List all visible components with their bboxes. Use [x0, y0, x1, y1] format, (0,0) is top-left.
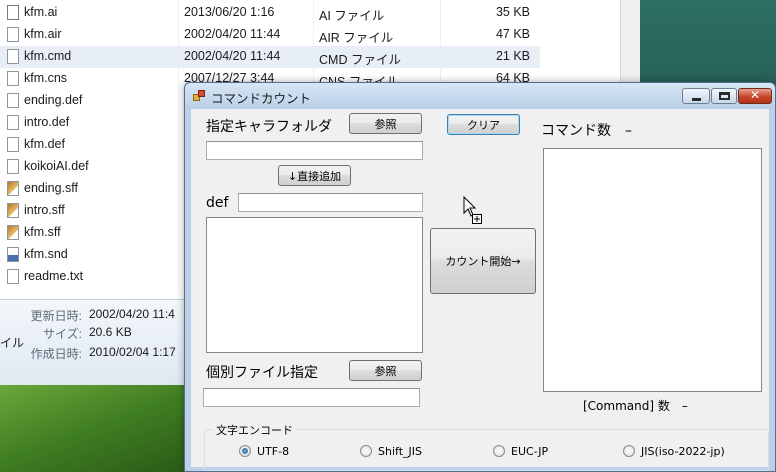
file-size: 35 KB: [495, 5, 530, 19]
def-label: def: [206, 195, 229, 211]
radio-label: Shift_JIS: [378, 444, 422, 458]
encoding-radio-euc-jp[interactable]: EUC-JP: [493, 443, 548, 459]
def-file-listbox[interactable]: [206, 217, 423, 353]
desktop-wallpaper-grass: [0, 385, 190, 472]
file-name: kfm.snd: [24, 247, 68, 261]
file-name: intro.def: [24, 115, 70, 129]
file-name: ending.def: [24, 93, 83, 107]
details-pane: イル 更新日時: 2002/04/20 11:4 サイズ: 20.6 KB 作成…: [0, 299, 186, 385]
file-row[interactable]: kfm.air 2002/04/20 11:44 AIR ファイル 47 KB: [0, 24, 540, 46]
close-button[interactable]: ✕: [738, 88, 772, 104]
file-name: readme.txt: [24, 269, 84, 283]
encoding-radio-utf8[interactable]: UTF-8: [239, 443, 289, 459]
details-modified-label: 更新日時:: [30, 309, 82, 323]
details-size-label: サイズ:: [43, 327, 82, 341]
file-name: kfm.cns: [24, 71, 68, 85]
window-title: コマンドカウント: [211, 91, 312, 106]
file-date: 2013/06/20 1:16: [184, 5, 275, 19]
file-name: ending.sff: [24, 181, 78, 195]
ai-file-icon: [7, 5, 19, 20]
document-icon: [7, 137, 19, 152]
text-file-icon: [7, 269, 19, 284]
sff-file-icon: [7, 181, 19, 196]
browse-file-button[interactable]: 参照: [349, 360, 422, 381]
encoding-groupbox: 文字エンコード UTF-8 Shift_JIS EUC-JP JIS(iso-2…: [204, 422, 769, 471]
encoding-groupbox-title: 文字エンコード: [213, 422, 296, 438]
app-icon: [193, 90, 207, 102]
encoding-radio-jis[interactable]: JIS(iso-2022-jp): [623, 443, 725, 459]
individual-file-label: 個別ファイル指定: [206, 365, 318, 381]
add-direct-button[interactable]: ↓直接追加: [278, 165, 351, 186]
radio-unchecked-icon: [493, 445, 505, 457]
drag-copy-cursor-icon: [463, 196, 482, 224]
app-window: コマンドカウント ✕ 指定キャラフォルダ 参照 クリア コマンド数 – ↓直接追…: [184, 82, 776, 472]
sff-file-icon: [7, 225, 19, 240]
close-icon: ✕: [749, 88, 761, 102]
app-client-area: 指定キャラフォルダ 参照 クリア コマンド数 – ↓直接追加 def カウント開…: [191, 109, 769, 471]
radio-label: EUC-JP: [511, 444, 549, 458]
command-result-listbox[interactable]: [543, 148, 762, 392]
radio-label: UTF-8: [257, 444, 290, 458]
title-bar[interactable]: コマンドカウント ✕: [185, 83, 775, 109]
command-count-label: コマンド数 –: [541, 123, 632, 139]
start-count-button[interactable]: カウント開始→: [430, 228, 536, 294]
minimize-button[interactable]: [682, 88, 710, 104]
document-icon: [7, 115, 19, 130]
details-type-fragment: イル: [0, 336, 25, 350]
individual-file-input[interactable]: [203, 388, 420, 407]
maximize-button[interactable]: [711, 88, 737, 104]
file-size: 47 KB: [495, 27, 530, 41]
browse-folder-button[interactable]: 参照: [349, 113, 422, 134]
maximize-icon: [719, 92, 730, 100]
file-name: kfm.sff: [24, 225, 61, 239]
details-created-label: 作成日時:: [30, 347, 82, 361]
def-file-input[interactable]: [238, 193, 423, 212]
file-name: intro.sff: [24, 203, 65, 217]
folder-label: 指定キャラフォルダ: [206, 119, 332, 135]
document-icon: [7, 93, 19, 108]
details-created-value: 2010/02/04 1:17: [89, 345, 176, 359]
document-icon: [7, 159, 19, 174]
details-modified-value: 2002/04/20 11:4: [89, 307, 175, 321]
file-row[interactable]: kfm.cmd 2002/04/20 11:44 CMD ファイル 21 KB: [0, 46, 540, 68]
sff-file-icon: [7, 203, 19, 218]
file-name: kfm.ai: [24, 5, 58, 19]
document-icon: [7, 71, 19, 86]
encoding-radio-shift-jis[interactable]: Shift_JIS: [360, 443, 422, 459]
file-type: AIR ファイル: [319, 31, 394, 45]
file-name: koikoiAI.def: [24, 159, 89, 173]
radio-label: JIS(iso-2022-jp): [641, 444, 725, 458]
clear-button[interactable]: クリア: [447, 114, 520, 135]
command-keyword-count-label: [Command] 数 –: [583, 399, 688, 413]
file-size: 21 KB: [495, 49, 530, 63]
details-size-value: 20.6 KB: [89, 325, 132, 339]
document-icon: [7, 27, 19, 42]
document-icon: [7, 49, 19, 64]
file-name: kfm.def: [24, 137, 65, 151]
minimize-icon: [692, 98, 701, 101]
file-type: CMD ファイル: [319, 53, 401, 67]
file-row[interactable]: kfm.ai 2013/06/20 1:16 AI ファイル 35 KB: [0, 2, 540, 24]
file-name: kfm.cmd: [24, 49, 72, 63]
file-date: 2002/04/20 11:44: [184, 49, 281, 63]
radio-checked-icon: [239, 445, 251, 457]
radio-unchecked-icon: [623, 445, 635, 457]
radio-unchecked-icon: [360, 445, 372, 457]
snd-file-icon: [7, 247, 19, 262]
folder-path-input[interactable]: [206, 141, 423, 160]
file-name: kfm.air: [24, 27, 62, 41]
file-date: 2002/04/20 11:44: [184, 27, 281, 41]
file-type: AI ファイル: [319, 9, 385, 23]
